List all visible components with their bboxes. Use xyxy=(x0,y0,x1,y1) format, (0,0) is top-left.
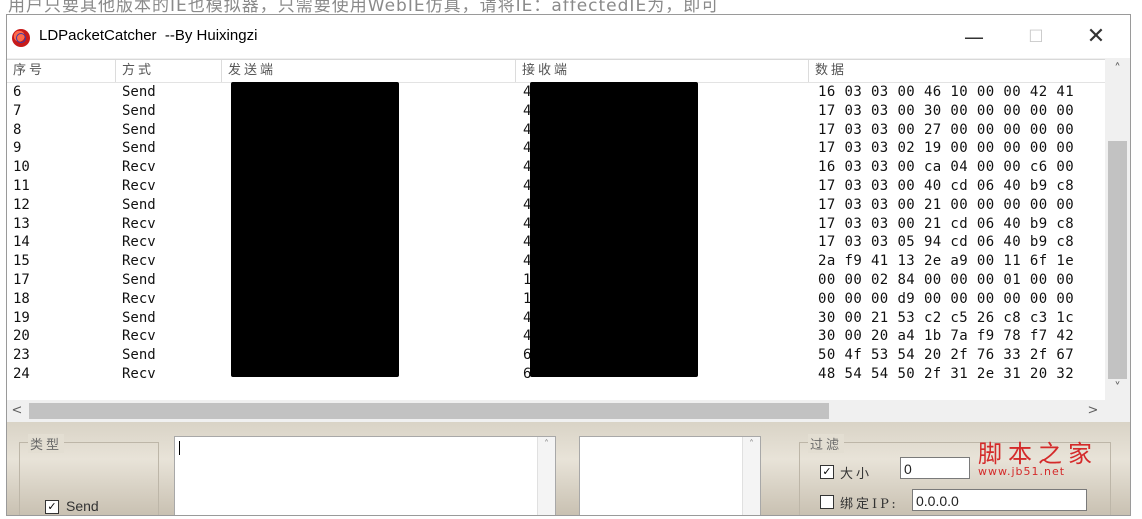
window-title: LDPacketCatcher --By Huixingzi xyxy=(39,27,258,44)
row-seq: 23 xyxy=(13,347,30,364)
minimize-button[interactable]: — xyxy=(945,15,1003,58)
ip-checkbox-label: 绑定IP: xyxy=(840,497,899,512)
row-data: 16 03 03 00 46 10 00 00 42 41 xyxy=(818,84,1075,100)
row-method: Recv xyxy=(122,365,156,382)
row-data: 30 00 20 a4 1b 7a f9 78 f7 42 xyxy=(818,328,1075,345)
title-bar[interactable]: LDPacketCatcher --By Huixingzi — ☐ ✕ xyxy=(7,15,1130,58)
row-seq: 17 xyxy=(13,271,30,288)
scroll-down-icon[interactable]: ˅ xyxy=(1105,378,1130,400)
row-seq: 15 xyxy=(13,253,30,270)
row-data: 17 03 03 00 21 00 00 00 00 00 xyxy=(818,196,1075,213)
row-data: 17 03 03 05 94 cd 06 40 b9 c8 xyxy=(818,234,1075,251)
column-header-method[interactable]: 方式 xyxy=(116,60,222,82)
packet-list-header: 序号 方式 发送端 接收端 数据 xyxy=(7,60,1105,83)
row-seq: 9 xyxy=(13,140,22,157)
send-checkbox[interactable]: ✓ xyxy=(45,500,59,514)
row-method: Recv xyxy=(122,215,156,232)
row-seq: 20 xyxy=(13,328,30,345)
packet-detail-textarea[interactable]: ˄ xyxy=(174,436,556,515)
background-caption: 用户只要其他版本的IE也模拟器，只需要使用WebIE仿真，请将IE：affect… xyxy=(0,0,1142,14)
row-method: Send xyxy=(122,347,156,364)
textarea-scrollbar[interactable]: ˄ xyxy=(537,437,555,515)
column-header-receiver[interactable]: 接收端 xyxy=(516,60,809,82)
scrollbar-corner xyxy=(1105,400,1130,422)
ip-checkbox[interactable] xyxy=(820,495,834,509)
size-checkbox[interactable]: ✓ xyxy=(820,465,834,479)
row-data: 17 03 03 00 40 cd 06 40 b9 c8 xyxy=(818,177,1075,194)
packet-list[interactable]: 序号 方式 发送端 接收端 数据 6 Send 4 16 03 03 00 46 10… xyxy=(7,59,1105,401)
row-seq: 10 xyxy=(13,159,30,176)
packet-hex-textarea[interactable]: ˄ xyxy=(579,436,761,515)
row-data: 50 4f 53 54 20 2f 76 33 2f 67 xyxy=(818,347,1075,364)
maximize-button[interactable]: ☐ xyxy=(1007,15,1065,58)
size-input[interactable]: 0 xyxy=(900,457,970,479)
row-method: Recv xyxy=(122,177,156,194)
row-data: 48 54 54 50 2f 31 2e 31 20 32 xyxy=(818,365,1075,382)
close-button[interactable]: ✕ xyxy=(1067,15,1125,58)
scroll-right-icon[interactable]: > xyxy=(1083,400,1103,422)
row-seq: 19 xyxy=(13,309,30,326)
row-data: 17 03 03 00 21 cd 06 40 b9 c8 xyxy=(818,215,1075,232)
column-header-sender[interactable]: 发送端 xyxy=(222,60,516,82)
row-method: Send xyxy=(122,121,156,138)
row-seq: 7 xyxy=(13,102,22,119)
row-seq: 8 xyxy=(13,121,22,138)
vertical-scroll-thumb[interactable] xyxy=(1108,141,1127,379)
row-method: Recv xyxy=(122,328,156,345)
type-group: 类型 ✓ Send xyxy=(19,434,159,515)
watermark-text: 脚本之家 xyxy=(978,440,1098,468)
scroll-up-icon[interactable]: ˄ xyxy=(1105,59,1130,81)
row-seq: 24 xyxy=(13,365,30,382)
row-seq: 11 xyxy=(13,177,30,194)
row-method: Send xyxy=(122,309,156,326)
send-checkbox-label: Send xyxy=(66,498,99,514)
scroll-left-icon[interactable]: < xyxy=(7,400,27,422)
site-watermark: 脚本之家 www.jb51.net xyxy=(978,434,1098,478)
row-data: 17 03 03 02 19 00 00 00 00 00 xyxy=(818,140,1075,157)
app-logo-icon xyxy=(12,29,30,47)
redacted-sender-block xyxy=(231,82,399,377)
row-method: Recv xyxy=(122,234,156,251)
vertical-scrollbar[interactable]: ˄ ˅ xyxy=(1105,59,1130,400)
row-method: Recv xyxy=(122,253,156,270)
row-method: Recv xyxy=(122,290,156,307)
column-header-data[interactable]: 数据 xyxy=(809,60,1105,82)
bottom-panel: 类型 ✓ Send ˄ ˄ 过滤 ✓ 大小 0 绑定IP: 0.0.0.0 xyxy=(7,422,1130,515)
row-seq: 18 xyxy=(13,290,30,307)
column-header-seq[interactable]: 序号 xyxy=(7,60,116,82)
row-data: 00 00 00 d9 00 00 00 00 00 00 xyxy=(818,290,1075,307)
app-window: LDPacketCatcher --By Huixingzi — ☐ ✕ 序号 … xyxy=(6,14,1131,516)
size-checkbox-label: 大小 xyxy=(840,467,873,482)
row-data: 17 03 03 00 27 00 00 00 00 00 xyxy=(818,121,1075,138)
row-seq: 13 xyxy=(13,215,30,232)
filter-group-label: 过滤 xyxy=(808,434,845,453)
row-method: Send xyxy=(122,102,156,119)
horizontal-scroll-thumb[interactable] xyxy=(29,403,829,419)
row-seq: 12 xyxy=(13,196,30,213)
redacted-receiver-block xyxy=(530,82,698,377)
row-method: Send xyxy=(122,196,156,213)
row-data: 17 03 03 00 30 00 00 00 00 00 xyxy=(818,102,1075,119)
row-method: Send xyxy=(122,140,156,157)
row-data: 30 00 21 53 c2 c5 26 c8 c3 1c xyxy=(818,309,1075,326)
row-seq: 6 xyxy=(13,84,22,100)
type-group-label: 类型 xyxy=(28,434,65,453)
row-data: 2a f9 41 13 2e a9 00 11 6f 1e xyxy=(818,253,1075,270)
row-seq: 14 xyxy=(13,234,30,251)
row-method: Send xyxy=(122,271,156,288)
row-data: 16 03 03 00 ca 04 00 00 c6 00 xyxy=(818,159,1075,176)
horizontal-scrollbar[interactable]: < > xyxy=(7,400,1105,422)
row-method: Send xyxy=(122,84,156,100)
row-method: Recv xyxy=(122,159,156,176)
text-caret xyxy=(179,441,180,455)
row-data: 00 00 02 84 00 00 00 01 00 00 xyxy=(818,271,1075,288)
hex-textarea-scrollbar[interactable]: ˄ xyxy=(742,437,760,515)
ip-input[interactable]: 0.0.0.0 xyxy=(912,489,1087,511)
